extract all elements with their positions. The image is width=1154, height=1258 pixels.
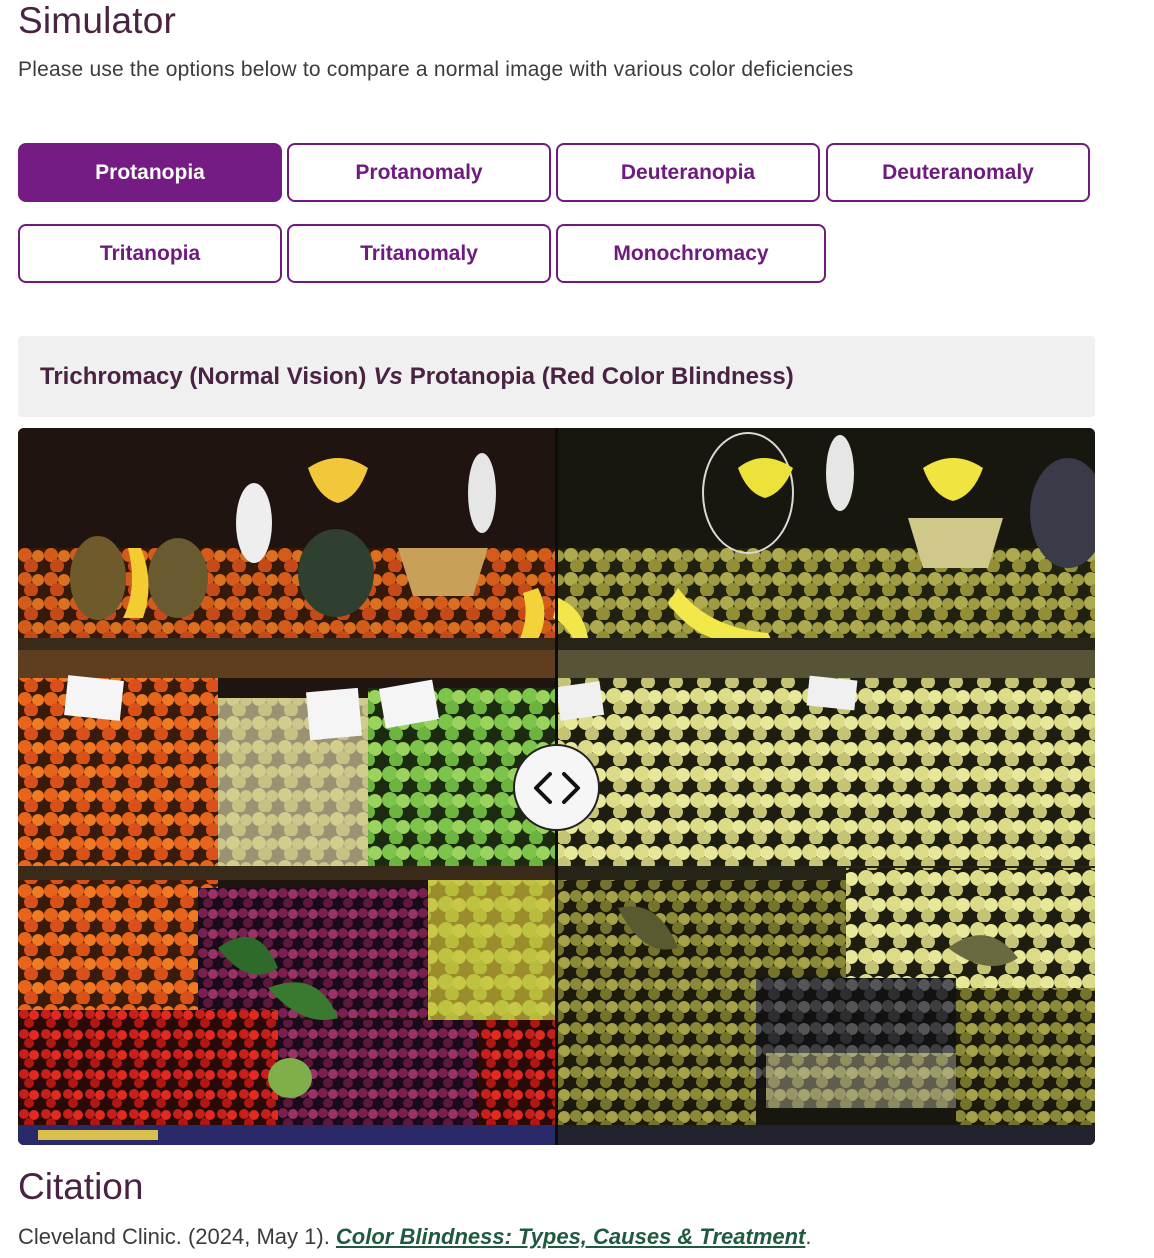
option-deuteranomaly-button[interactable]: Deuteranomaly — [826, 143, 1090, 202]
normal-vision-label: Trichromacy (Normal Vision) — [40, 362, 367, 390]
option-monochromacy-button[interactable]: Monochromacy — [556, 224, 826, 283]
citation-text: Cleveland Clinic. (2024, May 1). Color B… — [18, 1224, 812, 1250]
option-deuteranopia-button[interactable]: Deuteranopia — [556, 143, 820, 202]
citation-heading: Citation — [18, 1166, 144, 1207]
citation-suffix: . — [805, 1224, 812, 1249]
citation-prefix: Cleveland Clinic. (2024, May 1). — [18, 1224, 336, 1249]
page-title: Simulator — [18, 0, 177, 41]
chevron-left-right-icon — [533, 771, 580, 804]
deficiency-label: Protanopia (Red Color Blindness) — [409, 362, 794, 390]
comparison-header: Trichromacy (Normal Vision) Vs Protanopi… — [18, 336, 1095, 417]
normal-vision-half — [18, 428, 556, 1145]
protanopia-half — [553, 428, 1095, 1145]
option-protanopia-button[interactable]: Protanopia — [18, 143, 282, 202]
vs-label: Vs — [373, 362, 403, 390]
option-tritanomaly-button[interactable]: Tritanomaly — [287, 224, 551, 283]
citation-link[interactable]: Color Blindness: Types, Causes & Treatme… — [336, 1224, 805, 1249]
slider-handle[interactable] — [513, 744, 600, 831]
option-tritanopia-button[interactable]: Tritanopia — [18, 224, 282, 283]
option-protanomaly-button[interactable]: Protanomaly — [287, 143, 551, 202]
page-subtitle: Please use the options below to compare … — [18, 58, 854, 81]
